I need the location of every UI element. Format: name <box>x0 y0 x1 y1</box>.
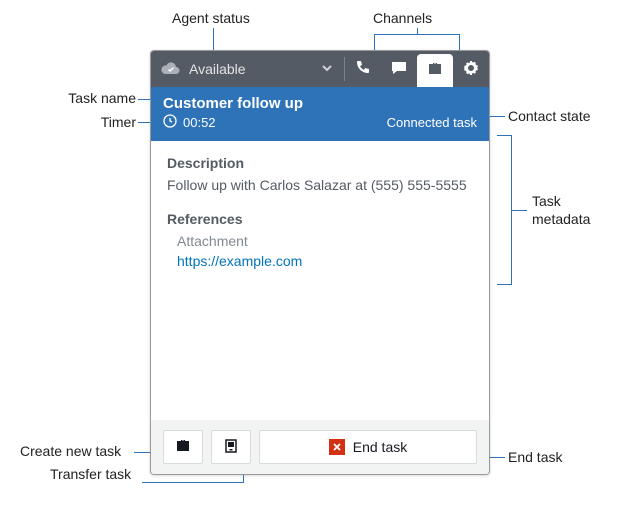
agent-status-dropdown[interactable]: Available <box>151 51 344 87</box>
annotation-end-task: End task <box>508 449 562 465</box>
transfer-task-button[interactable] <box>211 430 251 464</box>
cloud-icon <box>161 62 181 76</box>
end-task-label: End task <box>353 439 407 455</box>
annotation-transfer-task: Transfer task <box>50 466 131 482</box>
annotation-channels: Channels <box>373 10 432 26</box>
annotation-task-name: Task name <box>66 90 136 106</box>
annotation-create-new: Create new task <box>20 443 121 459</box>
transfer-icon <box>223 438 239 457</box>
clock-icon <box>163 114 177 131</box>
task-header: Customer follow up 00:52 Connected task <box>151 87 489 141</box>
annotation-timer: Timer <box>92 114 136 130</box>
task-timer: 00:52 <box>163 114 216 131</box>
phone-icon <box>355 60 371 79</box>
reference-label: Attachment <box>177 233 473 249</box>
annotation-task-metadata-2: metadata <box>532 211 590 227</box>
annotation-agent-status: Agent status <box>172 10 250 26</box>
close-icon <box>329 439 345 455</box>
footer: End task <box>151 420 489 474</box>
timer-value: 00:52 <box>183 115 216 130</box>
channel-task[interactable] <box>417 54 453 87</box>
chat-icon <box>391 60 407 79</box>
end-task-button[interactable]: End task <box>259 430 477 464</box>
task-body: Description Follow up with Carlos Salaza… <box>151 141 489 420</box>
reference-link[interactable]: https://example.com <box>177 253 473 269</box>
channel-voice[interactable] <box>345 51 381 87</box>
chevron-down-icon <box>320 61 334 78</box>
channel-chat[interactable] <box>381 51 417 87</box>
description-heading: Description <box>167 155 473 171</box>
briefcase-icon <box>175 438 191 457</box>
gear-icon <box>463 60 479 79</box>
briefcase-icon <box>427 61 443 80</box>
description-text: Follow up with Carlos Salazar at (555) 5… <box>167 177 473 193</box>
agent-status-label: Available <box>189 61 312 77</box>
contact-state: Connected task <box>387 115 477 130</box>
annotation-task-metadata-1: Task <box>532 193 561 209</box>
topbar: Available <box>151 51 489 87</box>
task-name: Customer follow up <box>163 95 477 112</box>
settings-button[interactable] <box>453 51 489 87</box>
create-task-button[interactable] <box>163 430 203 464</box>
annotation-contact-state: Contact state <box>508 108 591 124</box>
contact-control-panel: Available Customer follo <box>150 50 490 475</box>
references-heading: References <box>167 211 473 227</box>
